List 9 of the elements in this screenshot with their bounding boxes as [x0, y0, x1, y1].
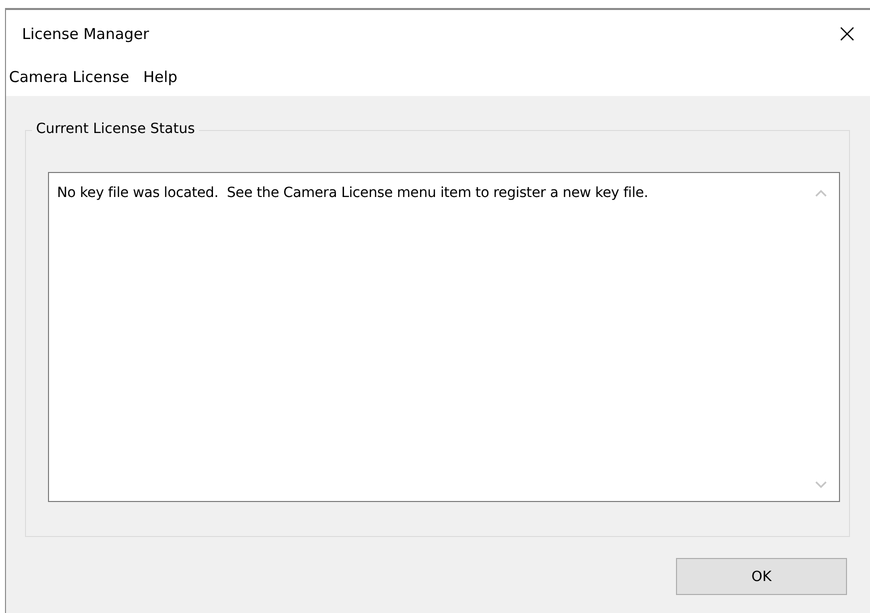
scroll-up-icon[interactable] — [815, 189, 827, 197]
window-title: License Manager — [22, 25, 150, 43]
status-text-area[interactable]: No key file was located. See the Camera License menu item to register a new key file. — [48, 172, 840, 502]
status-message: No key file was located. See the Camera License menu item to register a new key file. — [57, 185, 648, 201]
menu-item[interactable]: Camera License — [9, 68, 130, 86]
scroll-down-icon[interactable] — [815, 481, 827, 489]
menu-item[interactable]: Help — [143, 68, 178, 86]
close-button[interactable]: × — [826, 21, 868, 47]
ok-button[interactable]: OK — [676, 558, 847, 595]
